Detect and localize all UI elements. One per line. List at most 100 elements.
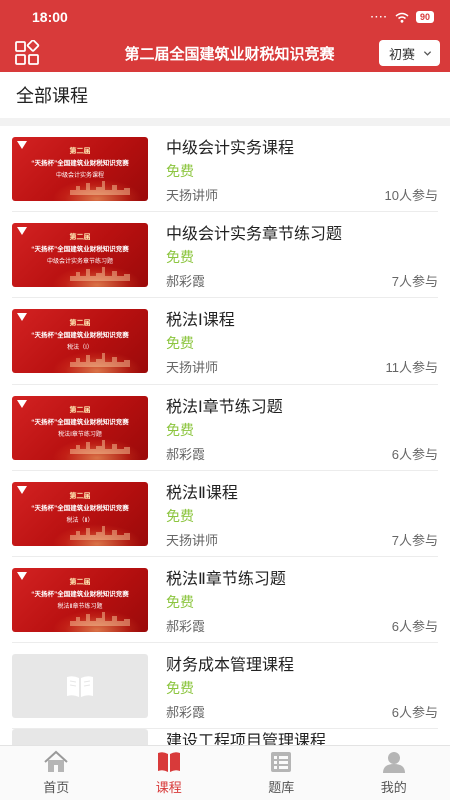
course-participants: 10人参与 (384, 188, 438, 204)
thumb-course-name: 税法（Ⅰ） (67, 345, 93, 352)
thumb-edition: 第二届 (69, 492, 91, 500)
course-title: 税法Ⅱ章节练习题 (166, 571, 286, 589)
course-price: 免费 (166, 594, 194, 611)
course-teacher: 天扬讲师 (166, 360, 219, 376)
course-title: 税法Ⅱ课程 (166, 484, 238, 502)
page-title: 第二届全国建筑业财税知识竞赛 (124, 45, 335, 63)
thumb-contest-name: “天扬杯”全国建筑业财税知识竞赛 (31, 332, 129, 340)
app-screen: 18:00 ···· 90 第二届全国建筑业财税知识竞赛 初赛 全部课程 第二届… (0, 0, 450, 800)
course-teacher: 郝彩霞 (166, 446, 206, 462)
book-icon (157, 752, 180, 772)
course-info: 税法Ⅱ课程 免费 天扬讲师 7人参与 (166, 479, 438, 549)
course-item[interactable]: 第二届 “天扬杯”全国建筑业财税知识竞赛 税法Ⅱ章节练习题 税法Ⅱ章节练习题 免… (0, 557, 450, 644)
course-price: 免费 (166, 421, 194, 438)
course-info: 税法Ⅰ章节练习题 免费 郝彩霞 6人参与 (166, 393, 438, 463)
thumb-course-name: 中级会计实务章节练习题 (46, 259, 113, 266)
thumb-contest-name: “天扬杯”全国建筑业财税知识竞赛 (31, 591, 129, 599)
course-thumbnail: 第二届 “天扬杯”全国建筑业财税知识竞赛 中级会计实务章节练习题 (12, 223, 148, 288)
course-title: 税法Ⅰ课程 (166, 312, 235, 330)
bottom-tab-bar: 首页 课程 题库 我的 (0, 745, 450, 800)
thumb-contest-name: “天扬杯”全国建筑业财税知识竞赛 (31, 504, 129, 512)
thumb-contest-name: “天扬杯”全国建筑业财税知识竞赛 (31, 246, 129, 254)
thumb-edition: 第二届 (69, 579, 91, 587)
skyline-icon (70, 525, 130, 540)
course-teacher: 天扬讲师 (166, 532, 219, 548)
open-book-icon (67, 676, 93, 698)
course-teacher: 天扬讲师 (166, 188, 219, 204)
round-select-dropdown[interactable]: 初赛 (378, 40, 440, 66)
course-participants: 6人参与 (391, 619, 438, 635)
status-icons: ···· 90 (371, 11, 434, 23)
category-grid-icon[interactable] (14, 40, 40, 66)
status-time: 18:00 (32, 9, 68, 25)
tab-label: 我的 (380, 780, 407, 795)
tab-profile[interactable]: 我的 (338, 746, 450, 800)
course-info: 财务成本管理课程 免费 郝彩霞 6人参与 (166, 651, 438, 721)
course-participants: 6人参与 (391, 446, 438, 462)
course-price: 免费 (166, 507, 194, 524)
app-header: 第二届全国建筑业财税知识竞赛 初赛 (0, 34, 450, 72)
tab-home[interactable]: 首页 (0, 746, 113, 800)
wifi-icon (395, 12, 409, 23)
skyline-icon (70, 353, 130, 368)
skyline-icon (70, 439, 130, 454)
skyline-icon (70, 612, 130, 627)
course-title: 财务成本管理课程 (166, 657, 295, 675)
profile-icon (382, 752, 405, 773)
course-thumbnail: 第二届 “天扬杯”全国建筑业财税知识竞赛 税法Ⅰ章节练习题 (12, 395, 148, 460)
course-info: 税法Ⅱ章节练习题 免费 郝彩霞 6人参与 (166, 565, 438, 635)
course-item[interactable]: 第二届 “天扬杯”全国建筑业财税知识竞赛 税法（Ⅰ） 税法Ⅰ课程 免费 天扬讲师… (0, 298, 450, 385)
course-participants: 7人参与 (391, 532, 438, 548)
chevron-down-icon (423, 50, 432, 56)
tab-label: 题库 (268, 780, 295, 795)
course-info: 中级会计实务章节练习题 免费 郝彩霞 7人参与 (166, 220, 438, 290)
course-item[interactable]: 第二届 “天扬杯”全国建筑业财税知识竞赛 中级会计实务章节练习题 中级会计实务章… (0, 212, 450, 299)
course-item[interactable]: 第二届 “天扬杯”全国建筑业财税知识竞赛 税法（Ⅱ） 税法Ⅱ课程 免费 天扬讲师… (0, 471, 450, 558)
home-icon (44, 750, 68, 772)
tab-question-bank[interactable]: 题库 (225, 746, 338, 800)
course-item[interactable]: 财务成本管理课程 免费 郝彩霞 6人参与 (0, 643, 450, 730)
course-thumbnail: 第二届 “天扬杯”全国建筑业财税知识竞赛 税法（Ⅱ） (12, 481, 148, 546)
course-price: 免费 (166, 680, 194, 697)
signal-icon: ···· (370, 11, 388, 23)
course-list: 第二届 “天扬杯”全国建筑业财税知识竞赛 中级会计实务课程 中级会计实务课程 免… (0, 126, 450, 770)
course-thumbnail: 第二届 “天扬杯”全国建筑业财税知识竞赛 中级会计实务课程 (12, 137, 148, 202)
course-thumbnail: 第二届 “天扬杯”全国建筑业财税知识竞赛 税法（Ⅰ） (12, 309, 148, 374)
tab-label: 首页 (43, 780, 70, 795)
course-participants: 11人参与 (385, 360, 439, 376)
round-select-value: 初赛 (388, 46, 415, 62)
thumb-contest-name: “天扬杯”全国建筑业财税知识竞赛 (31, 160, 129, 168)
thumb-course-name: 税法Ⅰ章节练习题 (58, 431, 102, 438)
course-teacher: 郝彩霞 (166, 274, 206, 290)
course-thumbnail: 第二届 “天扬杯”全国建筑业财税知识竞赛 税法Ⅱ章节练习题 (12, 568, 148, 633)
status-bar: 18:00 ···· 90 (0, 0, 450, 34)
course-participants: 6人参与 (391, 705, 438, 721)
course-teacher: 郝彩霞 (166, 705, 206, 721)
course-price: 免费 (166, 163, 194, 180)
thumb-course-name: 中级会计实务课程 (55, 173, 104, 180)
course-title: 税法Ⅰ章节练习题 (166, 398, 283, 416)
course-price: 免费 (166, 249, 194, 266)
course-participants: 7人参与 (391, 274, 438, 290)
thumb-course-name: 税法Ⅱ章节练习题 (57, 604, 103, 611)
thumb-edition: 第二届 (69, 406, 91, 414)
tab-label: 课程 (155, 780, 182, 795)
tab-courses[interactable]: 课程 (113, 746, 226, 800)
course-item[interactable]: 第二届 “天扬杯”全国建筑业财税知识竞赛 税法Ⅰ章节练习题 税法Ⅰ章节练习题 免… (0, 385, 450, 471)
course-item[interactable]: 第二届 “天扬杯”全国建筑业财税知识竞赛 中级会计实务课程 中级会计实务课程 免… (0, 126, 450, 213)
course-price: 免费 (166, 335, 194, 352)
thumb-contest-name: “天扬杯”全国建筑业财税知识竞赛 (31, 418, 129, 426)
skyline-icon (70, 181, 130, 196)
thumb-course-name: 税法（Ⅱ） (66, 517, 94, 524)
course-title: 中级会计实务课程 (166, 140, 295, 158)
course-thumbnail-placeholder (12, 654, 148, 719)
section-title: 全部课程 (0, 72, 450, 126)
thumb-edition: 第二届 (69, 320, 91, 328)
course-teacher: 郝彩霞 (166, 619, 206, 635)
skyline-icon (70, 267, 130, 282)
course-info: 中级会计实务课程 免费 天扬讲师 10人参与 (166, 134, 438, 204)
course-title: 中级会计实务章节练习题 (166, 226, 343, 244)
thumb-edition: 第二届 (69, 148, 91, 156)
battery-icon: 90 (415, 11, 434, 23)
thumb-edition: 第二届 (69, 234, 91, 242)
